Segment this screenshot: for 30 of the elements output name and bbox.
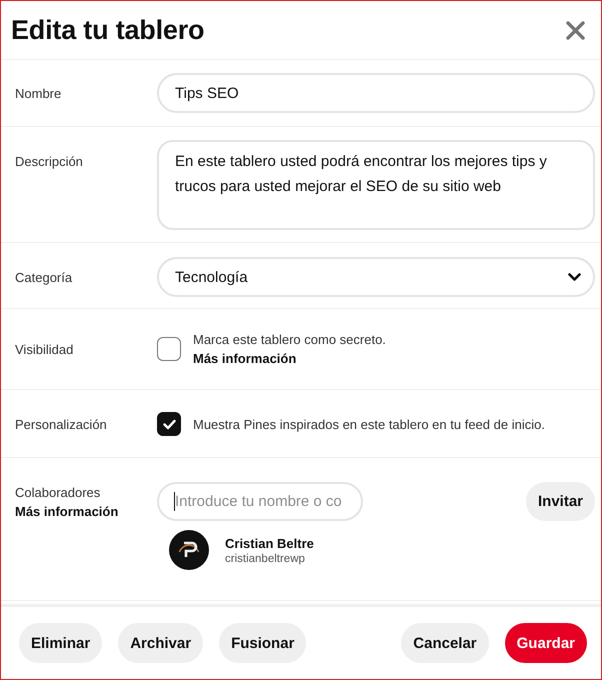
footer-button[interactable]: Archivar bbox=[118, 623, 204, 663]
footer-button[interactable]: Fusionar bbox=[219, 623, 306, 663]
field-label: Visibilidad bbox=[15, 342, 74, 356]
close-icon[interactable] bbox=[566, 20, 585, 40]
avatar bbox=[169, 530, 209, 570]
category-select[interactable]: Tecnología bbox=[157, 257, 595, 297]
checkbox-text: Marca este tablero como secreto. bbox=[193, 331, 386, 349]
invite-button[interactable]: Invitar bbox=[526, 482, 595, 521]
field-label: Colaboradores bbox=[15, 484, 100, 502]
more-info-link[interactable]: Más información bbox=[193, 349, 296, 368]
footer-button[interactable]: Eliminar bbox=[19, 623, 102, 663]
checkbox-text: Muestra Pines inspirados en este tablero en tu feed de inicio. bbox=[193, 416, 545, 434]
field-label: Descripción bbox=[15, 154, 83, 169]
name-field[interactable]: Tips SEO bbox=[157, 73, 595, 113]
text-cursor bbox=[174, 492, 175, 511]
member-name: Cristian Beltre bbox=[225, 536, 314, 550]
footer-button[interactable]: Guardar bbox=[504, 623, 587, 663]
field-label: Personalización bbox=[15, 416, 107, 432]
checkbox[interactable] bbox=[157, 412, 181, 436]
field-label: Nombre bbox=[15, 86, 62, 100]
member-username: cristianbeltrewp bbox=[225, 552, 305, 564]
more-info-link[interactable]: Más información bbox=[15, 502, 118, 521]
description-field[interactable]: En este tablero usted podrá encontrar los mejores tips y trucos para usted mejorar el SEO de su sitio web bbox=[157, 140, 595, 230]
collaborator-search-field[interactable]: Introduce tu nombre o co bbox=[157, 482, 363, 521]
dialog-title: Edita tu tablero bbox=[11, 14, 204, 46]
checkmark-icon bbox=[162, 418, 176, 430]
footer-button[interactable]: Cancelar bbox=[401, 623, 489, 663]
field-label: Categoría bbox=[15, 270, 72, 284]
checkbox[interactable] bbox=[157, 337, 181, 361]
chevron-down-icon bbox=[568, 272, 581, 282]
